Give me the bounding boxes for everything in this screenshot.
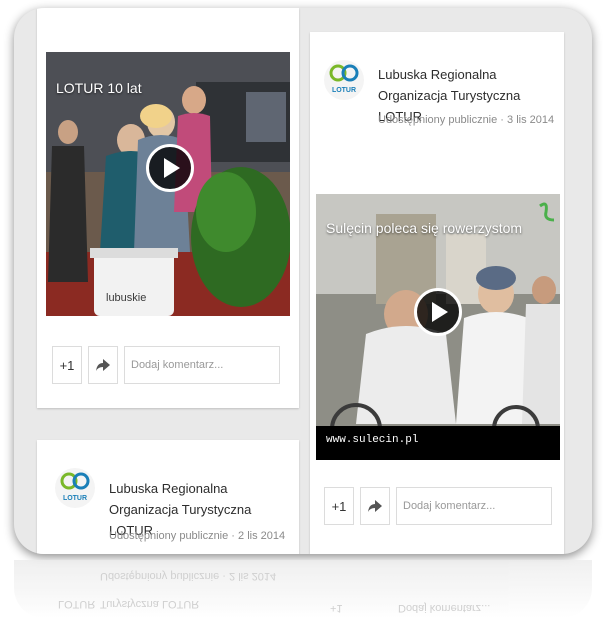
- video-post-card: lubuskie LOTUR 10 lat +1 Dodaj komentarz…: [37, 8, 299, 408]
- video-thumbnail-lotur[interactable]: lubuskie LOTUR 10 lat: [46, 52, 290, 316]
- plus-one-button[interactable]: +1: [52, 346, 82, 384]
- plus-one-button[interactable]: +1: [324, 487, 354, 525]
- post-card-lotur: LOTUR Lubuska Regionalna Organizacja Tur…: [37, 440, 299, 554]
- share-arrow-icon: [96, 359, 110, 371]
- comment-input[interactable]: Dodaj komentarz...: [124, 346, 280, 384]
- stand-label: lubuskie: [106, 292, 147, 304]
- reflection-meta: Udostępniony publicznie · 2 lis 2014: [100, 570, 277, 582]
- share-button[interactable]: [360, 487, 390, 525]
- video-title: LOTUR 10 lat: [56, 80, 142, 96]
- play-icon[interactable]: [146, 144, 194, 192]
- post-meta: Udostępniony publicznie · 2 lis 2014: [109, 530, 286, 542]
- reflection-logo: LOTUR: [58, 598, 96, 610]
- share-arrow-icon: [368, 500, 382, 512]
- lotur-rings-icon: [329, 64, 359, 82]
- share-button[interactable]: [88, 346, 118, 384]
- reflection-plus-one: +1: [330, 602, 343, 614]
- video-thumbnail-sulecin[interactable]: Sulęcin poleca się rowerzystom www.sulec…: [316, 194, 560, 460]
- reflection-comment: Dodaj komentarz...: [398, 602, 491, 614]
- logo-text: LOTUR: [331, 87, 357, 94]
- post-meta: Udostępniony publicznie · 3 lis 2014: [378, 114, 555, 126]
- stream-frame: lubuskie LOTUR 10 lat +1 Dodaj komentarz…: [14, 8, 592, 554]
- reflection-name: Turystyczna LOTUR: [100, 598, 200, 610]
- video-title: Sulęcin poleca się rowerzystom: [326, 220, 523, 236]
- video-url: www.sulecin.pl: [326, 434, 419, 446]
- logo-text: LOTUR: [62, 495, 88, 502]
- post-actions: +1 Dodaj komentarz...: [52, 346, 288, 390]
- lotur-logo-icon[interactable]: LOTUR: [55, 468, 95, 508]
- mirror-reflection: Udostępniony publicznie · 2 lis 2014 Tur…: [14, 560, 592, 618]
- play-icon[interactable]: [414, 288, 462, 336]
- post-actions: +1 Dodaj komentarz...: [324, 487, 560, 531]
- comment-input[interactable]: Dodaj komentarz...: [396, 487, 552, 525]
- post-card-sulecin: LOTUR Lubuska Regionalna Organizacja Tur…: [310, 32, 564, 554]
- lotur-logo-icon[interactable]: LOTUR: [324, 60, 364, 100]
- lotur-rings-icon: [60, 472, 90, 490]
